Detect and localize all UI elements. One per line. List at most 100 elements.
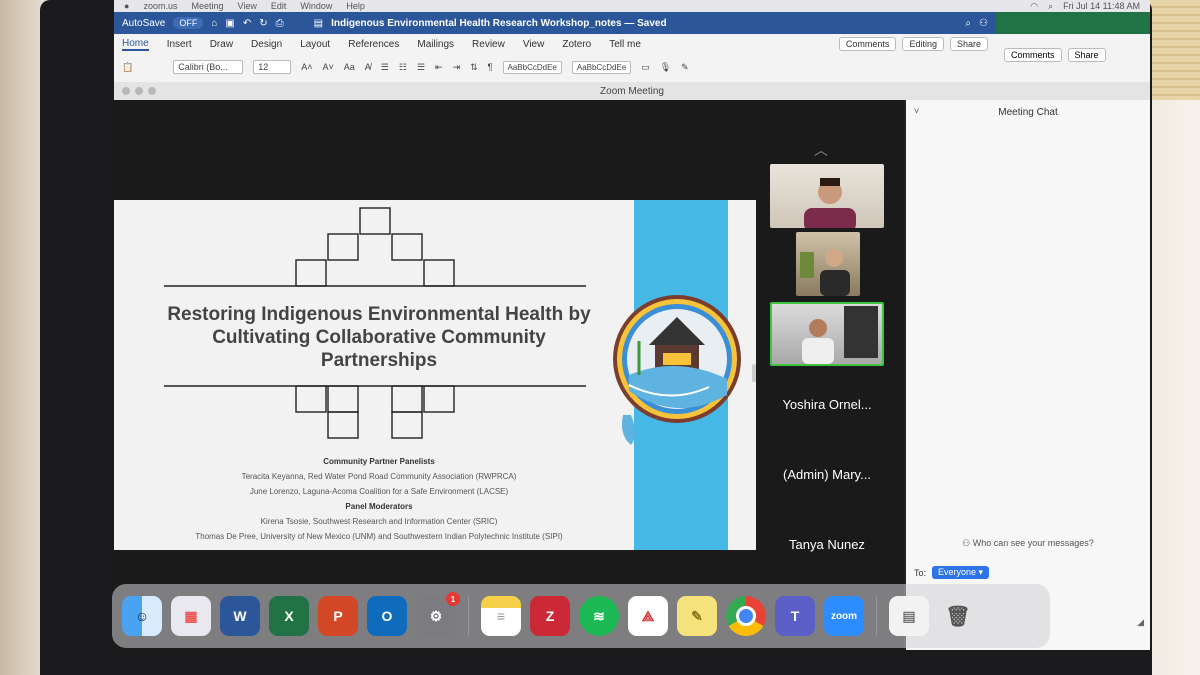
mac-dock: ☺ ▦ W X P O ⚙ 1 ≡ Z ≋ ⟁ ✎ T zoom ▤ 🗑: [112, 584, 1050, 648]
participant-video-2[interactable]: [796, 232, 860, 296]
who-can-see-messages-link[interactable]: ⚇ Who can see your messages?: [906, 538, 1150, 549]
participant-video-1[interactable]: [770, 164, 884, 228]
finder-icon[interactable]: ☺: [122, 596, 162, 636]
excel-share-button[interactable]: Share: [1067, 48, 1106, 62]
document-stack-icon[interactable]: ▤: [889, 596, 929, 636]
styles-pane-icon[interactable]: ▭: [641, 62, 650, 73]
font-size-select[interactable]: 12: [253, 60, 292, 74]
word-app-icon[interactable]: W: [220, 596, 260, 636]
zoom-main-area: Restoring Indigenous Environmental Healt…: [114, 100, 904, 650]
slide-title: Restoring Indigenous Environmental Healt…: [167, 304, 591, 371]
participant-name-2[interactable]: (Admin) Mary...: [770, 454, 884, 494]
excel-window-behind: Comments Share: [996, 12, 1150, 82]
style-normal[interactable]: AaBbCcDdEe: [502, 60, 562, 74]
excel-app-icon[interactable]: X: [269, 596, 309, 636]
participant-video-3-active-speaker[interactable]: [770, 302, 884, 366]
comments-button[interactable]: Comments: [838, 37, 897, 51]
acrobat-app-icon[interactable]: ⟁: [628, 596, 668, 636]
zoom-window-title: Zoom Meeting: [600, 85, 664, 97]
word-title-bar: AutoSave OFF ⌂ ▣ ↶ ↻ ⎙ ▤ Indigenous Envi…: [114, 12, 996, 34]
shrink-font-icon[interactable]: A˅: [322, 62, 333, 72]
tab-tell-me[interactable]: Tell me: [609, 39, 641, 50]
share-people-icon[interactable]: ⚇: [979, 18, 988, 29]
indent-icon[interactable]: ⇥: [453, 62, 461, 73]
minimize-window-button[interactable]: [135, 87, 143, 95]
teams-app-icon[interactable]: T: [775, 596, 815, 636]
participant-name-3[interactable]: Tanya Nunez: [770, 524, 884, 564]
dictate-icon[interactable]: 🎙: [660, 62, 671, 73]
search-icon[interactable]: ⌕: [1048, 1, 1053, 12]
share-button[interactable]: Share: [949, 37, 988, 51]
dock-separator: [468, 596, 469, 636]
paste-icon[interactable]: 📋: [122, 62, 133, 73]
tab-review[interactable]: Review: [472, 39, 505, 50]
tab-insert[interactable]: Insert: [167, 39, 192, 50]
zotero-app-icon[interactable]: Z: [530, 596, 570, 636]
editor-icon[interactable]: ✎: [681, 62, 689, 73]
doc-icon: ▤: [313, 17, 324, 29]
menu-help[interactable]: Help: [346, 1, 365, 11]
zoom-app-icon[interactable]: zoom: [824, 596, 864, 636]
chevron-down-icon[interactable]: ˅: [914, 106, 919, 116]
menu-app-name[interactable]: zoom.us: [143, 1, 177, 11]
chrome-app-icon[interactable]: [726, 596, 766, 636]
outdent-icon[interactable]: ⇤: [435, 62, 443, 73]
recipient-dropdown[interactable]: Everyone ▾: [932, 566, 990, 579]
maximize-window-button[interactable]: [148, 87, 156, 95]
excel-comments-button[interactable]: Comments: [1004, 48, 1062, 62]
tab-view[interactable]: View: [523, 39, 545, 50]
tab-mailings[interactable]: Mailings: [417, 39, 454, 50]
numbering-icon[interactable]: ☷: [399, 62, 407, 73]
home-icon[interactable]: ⌂: [211, 18, 217, 29]
dock-separator: [876, 596, 877, 636]
word-ribbon: 📋 Calibri (Bo... 12 A˄ A˅ Aa A̸ ☰ ☷ ☰ ⇤ …: [114, 54, 996, 80]
autosave-toggle[interactable]: OFF: [173, 17, 204, 29]
change-case-icon[interactable]: Aa: [344, 62, 355, 72]
menu-clock[interactable]: Fri Jul 14 11:48 AM: [1063, 1, 1140, 11]
print-icon[interactable]: ⎙: [276, 18, 284, 29]
clear-format-icon[interactable]: A̸: [365, 62, 371, 72]
font-name-select[interactable]: Calibri (Bo...: [173, 60, 244, 74]
stickies-app-icon[interactable]: ✎: [677, 596, 717, 636]
system-settings-icon[interactable]: ⚙ 1: [416, 592, 460, 636]
panelist-1: Teracita Keyanna, Red Water Pond Road Co…: [241, 472, 517, 481]
redo-icon[interactable]: ↻: [259, 18, 267, 29]
menu-window[interactable]: Window: [300, 1, 332, 11]
grow-font-icon[interactable]: A˄: [301, 62, 312, 72]
moderator-2: Thomas De Pree, University of New Mexico…: [195, 532, 563, 541]
trash-icon[interactable]: 🗑: [938, 596, 978, 636]
zoom-title-bar: Zoom Meeting: [114, 82, 1150, 100]
to-label: To:: [914, 567, 927, 578]
save-icon[interactable]: ▣: [225, 18, 234, 29]
sort-icon[interactable]: ⇅: [470, 62, 478, 73]
launchpad-icon[interactable]: ▦: [171, 596, 211, 636]
apple-icon[interactable]: ●: [124, 1, 129, 11]
search-icon[interactable]: ⌕: [965, 18, 971, 29]
menu-meeting[interactable]: Meeting: [191, 1, 223, 11]
multilevel-icon[interactable]: ☰: [417, 62, 425, 73]
undo-icon[interactable]: ↶: [243, 18, 251, 29]
participant-name-1[interactable]: Yoshira Ornel...: [770, 384, 884, 424]
tab-draw[interactable]: Draw: [210, 39, 233, 50]
tab-design[interactable]: Design: [251, 39, 282, 50]
tab-references[interactable]: References: [348, 39, 399, 50]
chat-resize-icon[interactable]: ◢: [1137, 617, 1144, 628]
close-window-button[interactable]: [122, 87, 130, 95]
gallery-resize-handle[interactable]: [752, 364, 756, 382]
tab-layout[interactable]: Layout: [300, 39, 330, 50]
style-no-spacing[interactable]: AaBbCcDdEe: [571, 60, 632, 74]
tab-home[interactable]: Home: [122, 38, 149, 51]
menu-view[interactable]: View: [237, 1, 256, 11]
window-controls: [122, 87, 156, 95]
outlook-app-icon[interactable]: O: [367, 596, 407, 636]
bullets-icon[interactable]: ☰: [381, 62, 389, 73]
menu-edit[interactable]: Edit: [271, 1, 287, 11]
spotify-app-icon[interactable]: ≋: [579, 596, 619, 636]
pilcrow-icon[interactable]: ¶: [488, 62, 493, 72]
powerpoint-app-icon[interactable]: P: [318, 596, 358, 636]
notes-app-icon[interactable]: ≡: [481, 596, 521, 636]
wifi-icon[interactable]: ◠: [1030, 1, 1038, 12]
editing-button[interactable]: Editing: [902, 37, 944, 51]
tab-zotero[interactable]: Zotero: [562, 39, 591, 50]
scroll-up-icon[interactable]: ︿: [814, 140, 828, 160]
